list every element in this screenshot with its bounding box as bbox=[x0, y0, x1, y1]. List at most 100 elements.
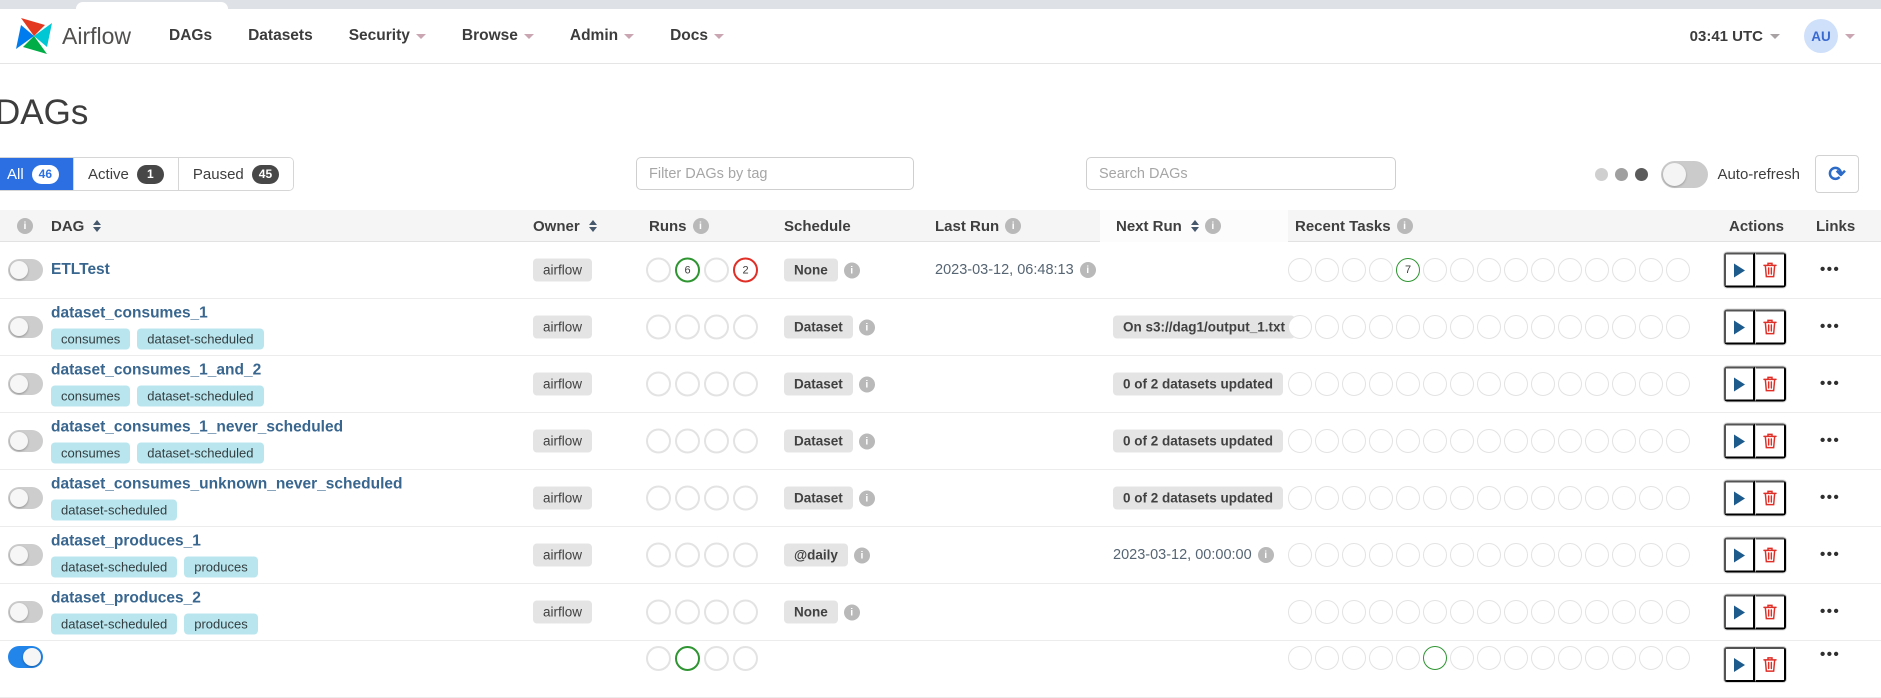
empty-status-circle[interactable] bbox=[1450, 646, 1474, 670]
empty-status-circle[interactable] bbox=[675, 543, 700, 568]
dag-pause-toggle[interactable] bbox=[8, 259, 43, 281]
info-icon[interactable]: i bbox=[844, 262, 860, 278]
empty-status-circle[interactable] bbox=[1369, 646, 1393, 670]
empty-status-circle[interactable] bbox=[1612, 646, 1636, 670]
empty-status-circle[interactable] bbox=[733, 600, 758, 625]
success-status-circle[interactable]: 6 bbox=[675, 258, 700, 283]
empty-status-circle[interactable] bbox=[1288, 429, 1312, 453]
empty-status-circle[interactable] bbox=[1288, 315, 1312, 339]
empty-status-circle[interactable] bbox=[1531, 315, 1555, 339]
empty-status-circle[interactable] bbox=[704, 543, 729, 568]
empty-status-circle[interactable] bbox=[1531, 429, 1555, 453]
dag-pause-toggle[interactable] bbox=[8, 316, 43, 338]
empty-status-circle[interactable] bbox=[646, 258, 671, 283]
schedule-badge[interactable]: Dataset bbox=[784, 373, 853, 396]
empty-status-circle[interactable] bbox=[1396, 372, 1420, 396]
info-icon[interactable]: i bbox=[859, 319, 875, 335]
empty-status-circle[interactable] bbox=[704, 372, 729, 397]
dag-pause-toggle[interactable] bbox=[8, 487, 43, 509]
trigger-dag-button[interactable] bbox=[1724, 647, 1755, 682]
dag-links-menu[interactable]: ••• bbox=[1820, 375, 1840, 392]
empty-status-circle[interactable] bbox=[1558, 372, 1582, 396]
dag-links-menu[interactable]: ••• bbox=[1820, 646, 1840, 663]
dag-tag-badge[interactable]: dataset-scheduled bbox=[51, 614, 177, 635]
empty-status-circle[interactable] bbox=[1315, 646, 1339, 670]
info-icon[interactable]: i bbox=[1258, 547, 1274, 563]
dag-name-link[interactable]: dataset_produces_2 bbox=[51, 590, 201, 607]
empty-status-circle[interactable] bbox=[1612, 315, 1636, 339]
tab-active[interactable]: Active 1 bbox=[74, 158, 179, 190]
delete-dag-button[interactable] bbox=[1755, 595, 1786, 630]
empty-status-circle[interactable] bbox=[1396, 486, 1420, 510]
info-icon[interactable]: i bbox=[1005, 218, 1021, 234]
dag-name-link[interactable]: dataset_consumes_1_never_scheduled bbox=[51, 419, 343, 436]
empty-status-circle[interactable] bbox=[1639, 315, 1663, 339]
header-owner[interactable]: Owner bbox=[533, 210, 597, 242]
empty-status-circle[interactable] bbox=[1477, 315, 1501, 339]
dag-tag-badge[interactable]: produces bbox=[184, 557, 257, 578]
empty-status-circle[interactable] bbox=[1396, 429, 1420, 453]
empty-status-circle[interactable] bbox=[1558, 646, 1582, 670]
dag-links-menu[interactable]: ••• bbox=[1820, 603, 1840, 620]
sort-icon[interactable] bbox=[589, 220, 597, 232]
empty-status-circle[interactable] bbox=[1342, 646, 1366, 670]
empty-status-circle[interactable] bbox=[733, 646, 758, 671]
empty-status-circle[interactable] bbox=[1612, 429, 1636, 453]
dag-tag-badge[interactable]: consumes bbox=[51, 386, 130, 407]
empty-status-circle[interactable] bbox=[1288, 372, 1312, 396]
empty-status-circle[interactable] bbox=[704, 258, 729, 283]
delete-dag-button[interactable] bbox=[1755, 424, 1786, 459]
next-run-badge[interactable]: 0 of 2 datasets updated bbox=[1113, 430, 1283, 453]
empty-status-circle[interactable] bbox=[1612, 600, 1636, 624]
empty-status-circle[interactable] bbox=[1666, 600, 1690, 624]
empty-status-circle[interactable] bbox=[1477, 258, 1501, 282]
empty-status-circle[interactable] bbox=[1639, 258, 1663, 282]
empty-status-circle[interactable] bbox=[1369, 258, 1393, 282]
tag-filter-input[interactable] bbox=[636, 157, 914, 190]
nav-item-admin[interactable]: Admin bbox=[570, 27, 634, 45]
empty-status-circle[interactable] bbox=[733, 486, 758, 511]
dag-name-link[interactable]: ETLTest bbox=[51, 261, 110, 278]
empty-status-circle[interactable] bbox=[1288, 258, 1312, 282]
schedule-badge[interactable]: Dataset bbox=[784, 316, 853, 339]
refresh-button[interactable]: ⟳ bbox=[1815, 155, 1859, 193]
empty-status-circle[interactable] bbox=[675, 315, 700, 340]
empty-status-circle[interactable] bbox=[646, 543, 671, 568]
success-status-circle[interactable]: 7 bbox=[1396, 258, 1420, 282]
empty-status-circle[interactable] bbox=[1585, 258, 1609, 282]
empty-status-circle[interactable] bbox=[1423, 543, 1447, 567]
next-run-badge[interactable]: 0 of 2 datasets updated bbox=[1113, 487, 1283, 510]
timezone-selector[interactable]: 03:41 UTC bbox=[1690, 28, 1780, 45]
empty-status-circle[interactable] bbox=[1342, 258, 1366, 282]
empty-status-circle[interactable] bbox=[646, 646, 671, 671]
empty-status-circle[interactable] bbox=[1504, 258, 1528, 282]
trigger-dag-button[interactable] bbox=[1724, 253, 1755, 288]
dag-pause-toggle[interactable] bbox=[8, 373, 43, 395]
nav-item-dags[interactable]: DAGs bbox=[169, 27, 212, 45]
schedule-badge[interactable]: Dataset bbox=[784, 430, 853, 453]
next-run-badge[interactable]: 0 of 2 datasets updated bbox=[1113, 373, 1283, 396]
sort-icon[interactable] bbox=[93, 220, 101, 232]
trigger-dag-button[interactable] bbox=[1724, 367, 1755, 402]
empty-status-circle[interactable] bbox=[1342, 600, 1366, 624]
empty-status-circle[interactable] bbox=[1666, 429, 1690, 453]
tab-paused[interactable]: Paused 45 bbox=[179, 158, 293, 190]
dag-links-menu[interactable]: ••• bbox=[1820, 489, 1840, 506]
nav-item-datasets[interactable]: Datasets bbox=[248, 27, 313, 45]
dag-tag-badge[interactable]: consumes bbox=[51, 443, 130, 464]
empty-status-circle[interactable] bbox=[1504, 543, 1528, 567]
empty-status-circle[interactable] bbox=[1450, 315, 1474, 339]
empty-status-circle[interactable] bbox=[1315, 543, 1339, 567]
empty-status-circle[interactable] bbox=[1666, 543, 1690, 567]
empty-status-circle[interactable] bbox=[1315, 600, 1339, 624]
info-icon[interactable]: i bbox=[854, 547, 870, 563]
empty-status-circle[interactable] bbox=[1342, 486, 1366, 510]
empty-status-circle[interactable] bbox=[1423, 258, 1447, 282]
trigger-dag-button[interactable] bbox=[1724, 538, 1755, 573]
success-status-circle[interactable] bbox=[1423, 646, 1447, 670]
empty-status-circle[interactable] bbox=[1639, 646, 1663, 670]
info-icon[interactable]: i bbox=[859, 433, 875, 449]
dag-name-link[interactable]: dataset_produces_1 bbox=[51, 533, 201, 550]
empty-status-circle[interactable] bbox=[1450, 543, 1474, 567]
empty-status-circle[interactable] bbox=[1504, 315, 1528, 339]
